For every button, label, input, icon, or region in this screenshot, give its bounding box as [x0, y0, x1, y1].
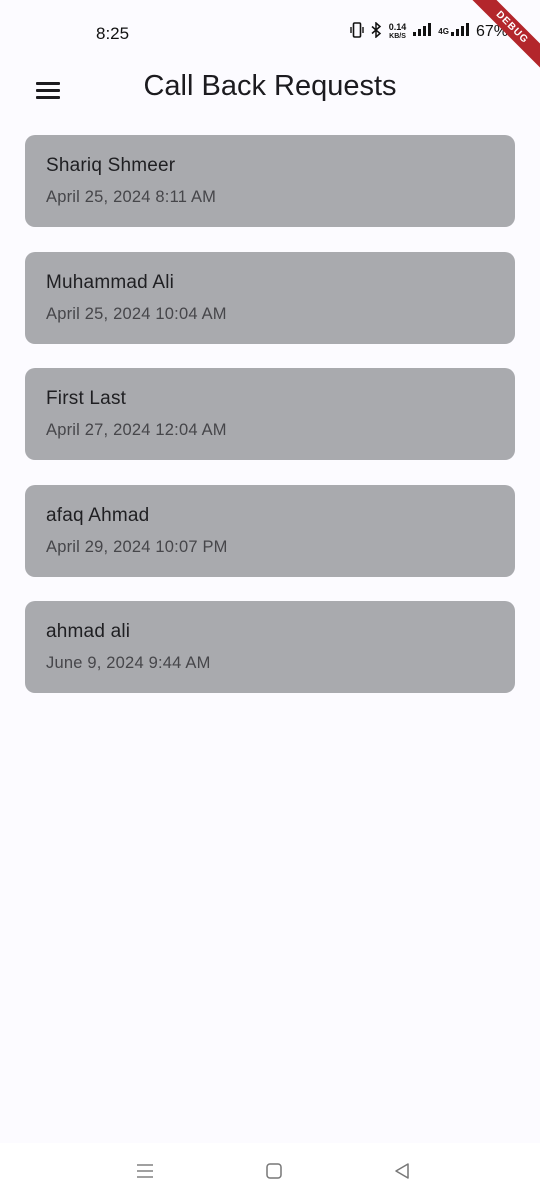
status-bar: 8:25 0.14 KB/S 4G 67%: [0, 0, 540, 62]
request-name: Muhammad Ali: [46, 271, 175, 293]
signal-icon: [413, 23, 432, 41]
system-nav-bar: [0, 1143, 540, 1200]
request-date: April 27, 2024 12:04 AM: [46, 421, 227, 439]
request-name: afaq Ahmad: [46, 504, 150, 526]
status-time: 8:25: [96, 24, 130, 43]
status-icons: 0.14 KB/S 4G 67%: [350, 21, 508, 42]
request-card[interactable]: Shariq Shmeer April 25, 2024 8:11 AM: [25, 135, 515, 227]
request-card[interactable]: Muhammad Ali April 25, 2024 10:04 AM: [25, 251, 515, 344]
request-name: ahmad ali: [46, 621, 131, 642]
request-card[interactable]: First Last April 27, 2024 12:04 AM: [25, 368, 515, 460]
screen: 8:25 0.14 KB/S 4G 67% DEBUG Call Back Re…: [0, 0, 540, 1200]
callback-request-list: Shariq Shmeer April 25, 2024 8:11 AM Muh…: [25, 135, 515, 718]
request-name: First Last: [46, 388, 127, 409]
network-speed: 0.14 KB/S: [389, 23, 407, 41]
network-speed-value: 0.14: [388, 22, 407, 32]
menu-button[interactable]: [24, 70, 72, 110]
app-bar: Call Back Requests: [0, 62, 540, 118]
recent-apps-icon: [136, 1163, 154, 1184]
request-card[interactable]: ahmad ali June 9, 2024 9:44 AM: [25, 601, 515, 693]
home-icon: [265, 1162, 283, 1185]
back-button[interactable]: [382, 1159, 422, 1187]
request-date: April 29, 2024 10:07 PM: [46, 537, 228, 556]
page-title: Call Back Requests: [143, 70, 397, 102]
request-date: April 25, 2024 8:11 AM: [46, 188, 217, 206]
request-date: June 9, 2024 9:44 AM: [46, 654, 211, 672]
home-button[interactable]: [254, 1159, 294, 1187]
request-date: April 25, 2024 10:04 AM: [46, 304, 227, 323]
network-type-label: 4G: [438, 27, 449, 36]
bluetooth-icon: [371, 21, 382, 42]
vibrate-icon: [350, 22, 364, 42]
request-card[interactable]: afaq Ahmad April 29, 2024 10:07 PM: [25, 484, 515, 577]
signal-icon-secondary: [450, 23, 469, 41]
network-speed-unit: KB/S: [389, 33, 406, 40]
back-icon: [393, 1162, 411, 1185]
recent-apps-button[interactable]: [125, 1159, 165, 1187]
hamburger-menu-icon: [36, 81, 60, 99]
request-name: Shariq Shmeer: [46, 155, 176, 176]
